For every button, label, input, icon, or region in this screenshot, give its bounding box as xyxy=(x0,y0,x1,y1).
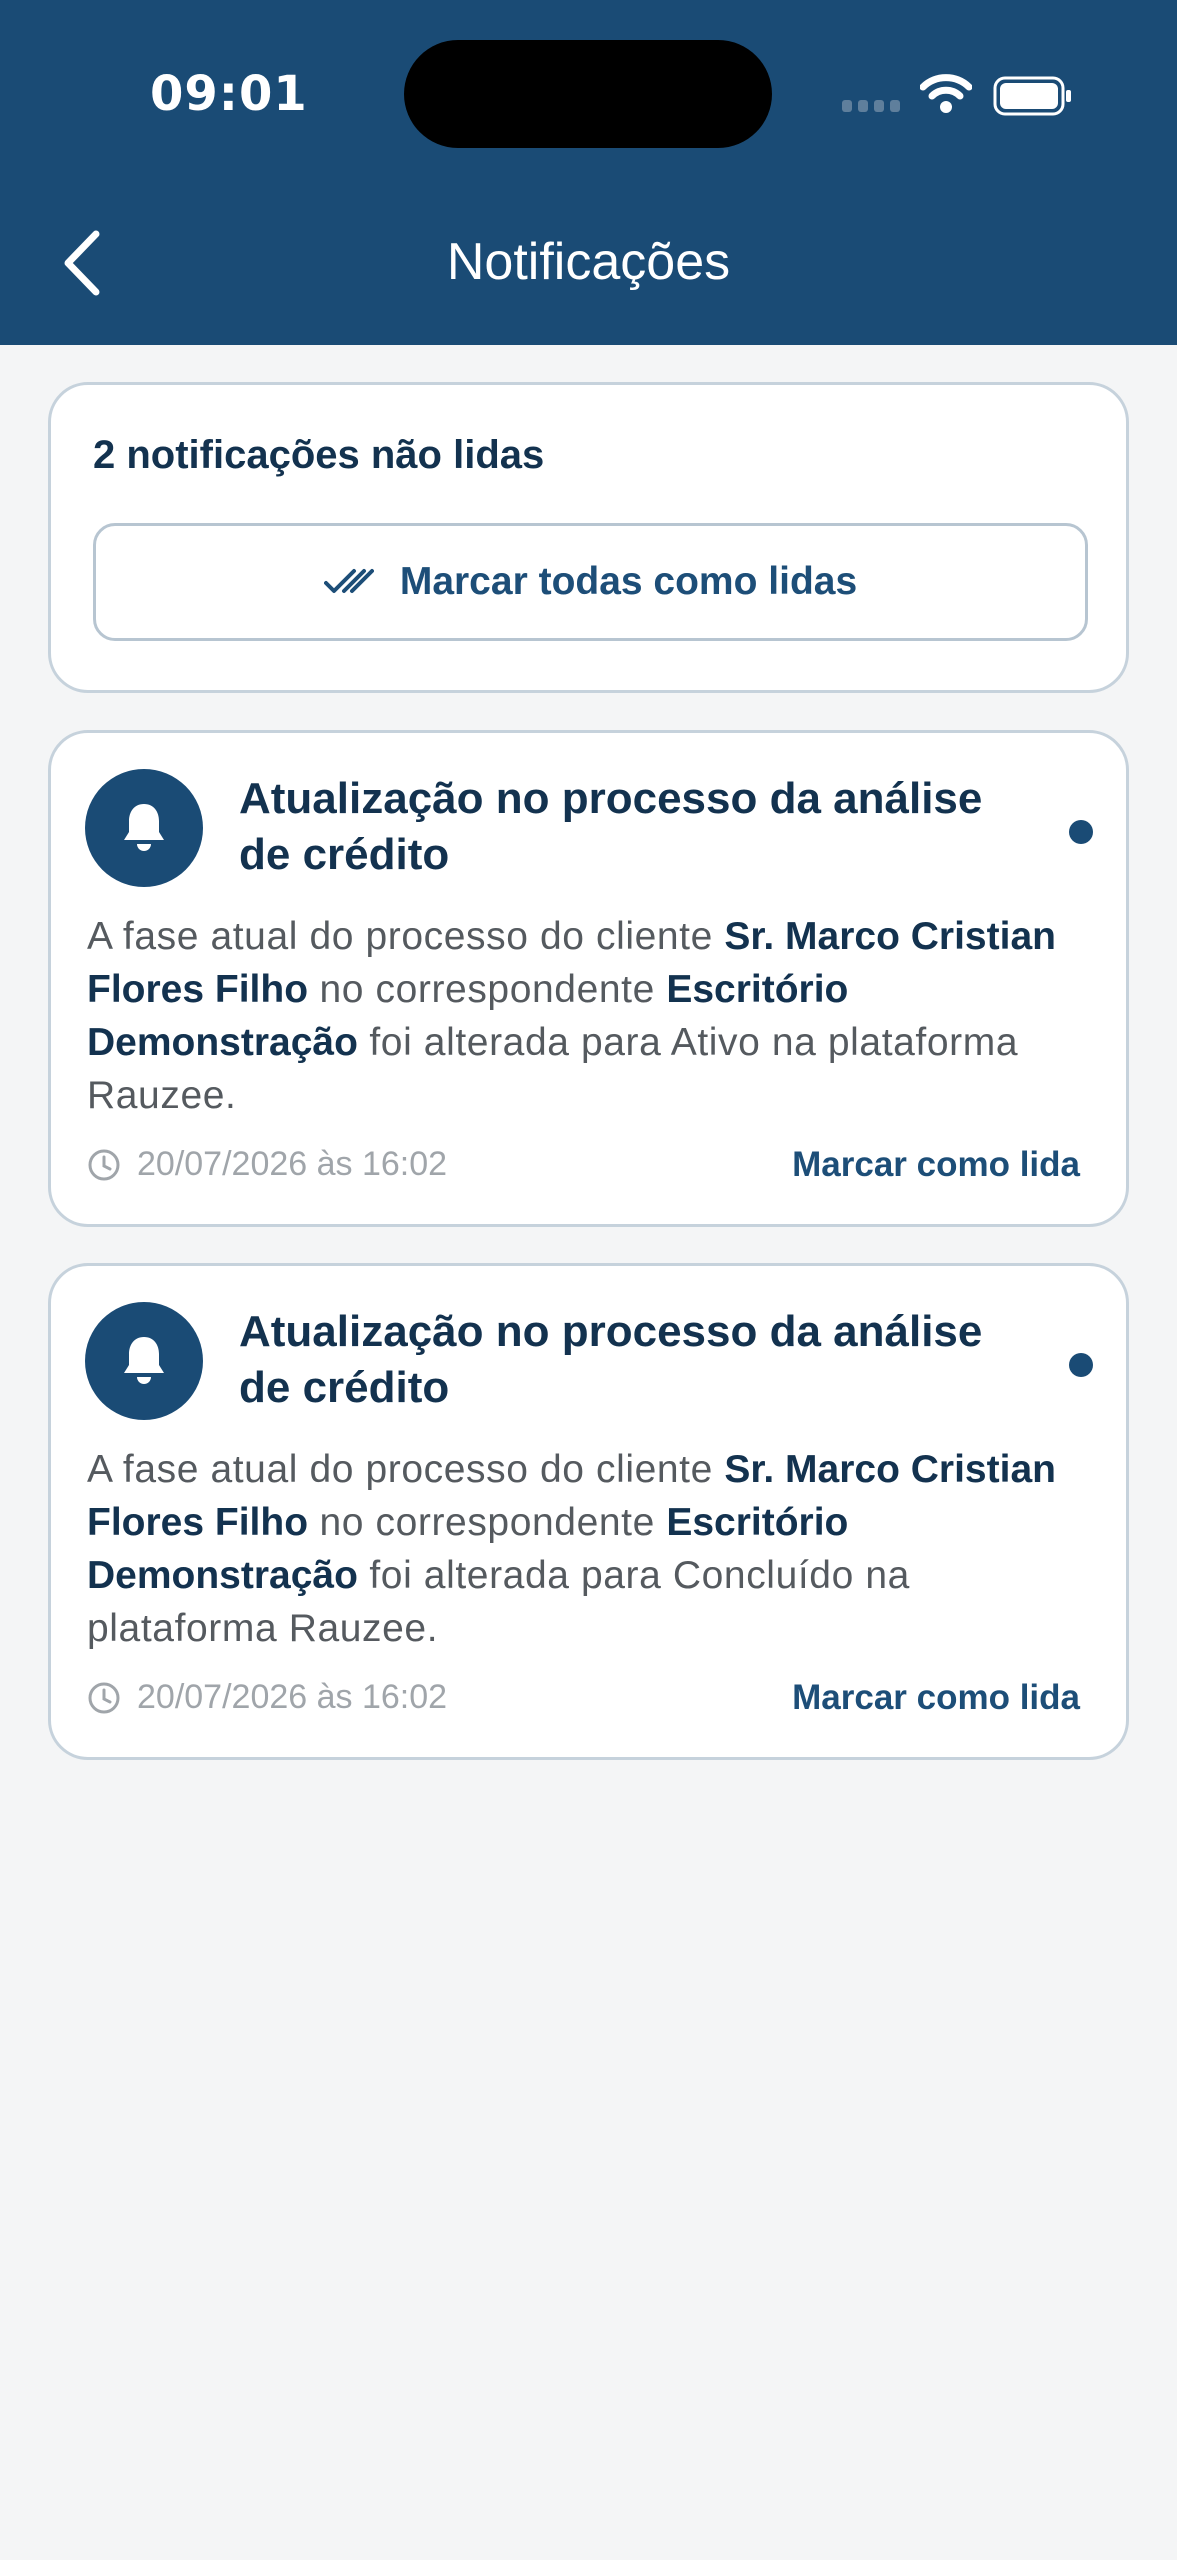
double-check-icon xyxy=(323,569,374,593)
clock-icon xyxy=(88,1682,120,1713)
battery-icon xyxy=(993,76,1071,116)
notification-card[interactable]: Atualização no processo da análise de cr… xyxy=(48,1263,1129,1760)
bell-avatar xyxy=(85,769,203,887)
wifi-icon xyxy=(920,74,972,113)
notification-title: Atualização no processo da análise de cr… xyxy=(239,774,983,879)
notification-card[interactable]: Atualização no processo da análise de cr… xyxy=(48,730,1129,1227)
page-title: Notificações xyxy=(446,233,731,291)
notification-timestamp: 20/07/2026 às 16:02 xyxy=(87,1678,447,1717)
notification-body: A fase atual do processo do cliente Sr. … xyxy=(87,915,1056,1117)
notification-timestamp: 20/07/2026 às 16:02 xyxy=(87,1145,447,1184)
mark-as-read-link[interactable]: Marcar como lida xyxy=(792,1145,1080,1185)
clock-icon xyxy=(88,1149,120,1180)
unread-indicator xyxy=(1069,820,1093,844)
bell-icon xyxy=(124,804,164,851)
timestamp-text: 20/07/2026 às 16:02 xyxy=(137,1145,448,1183)
notification-title: Atualização no processo da análise de cr… xyxy=(239,1307,983,1412)
dynamic-island xyxy=(404,40,772,148)
bell-icon xyxy=(124,1337,164,1384)
timestamp-text: 20/07/2026 às 16:02 xyxy=(137,1678,448,1716)
app-header: 09:01 Notificações xyxy=(0,0,1177,345)
mark-as-read-link[interactable]: Marcar como lida xyxy=(792,1678,1080,1718)
unread-count-label: 2 notificações não lidas xyxy=(93,433,545,477)
mark-all-read-label: Marcar todas como lidas xyxy=(399,560,858,603)
status-time: 09:01 xyxy=(150,66,308,122)
unread-indicator xyxy=(1069,1353,1093,1377)
bell-avatar xyxy=(85,1302,203,1420)
mark-all-read-button[interactable]: Marcar todas como lidas xyxy=(93,523,1088,641)
notification-body: A fase atual do processo do cliente Sr. … xyxy=(87,1448,1056,1650)
signal-icon xyxy=(842,100,902,114)
unread-summary-card: 2 notificações não lidas Marcar todas co… xyxy=(48,382,1129,693)
